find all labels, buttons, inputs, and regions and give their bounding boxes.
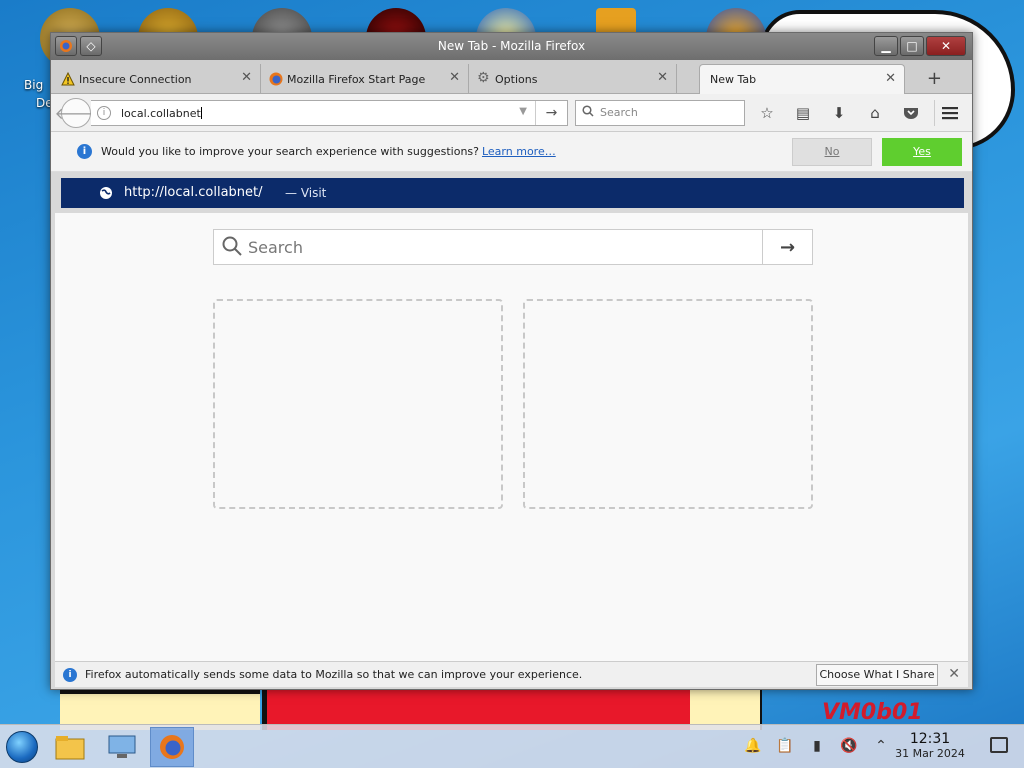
learn-more-link[interactable]: Learn more… (482, 145, 556, 158)
tray-expand-icon[interactable]: ⌃ (870, 735, 892, 757)
search-go-arrow-icon[interactable]: → (762, 230, 812, 264)
clock-date: 31 Mar 2024 (895, 747, 965, 760)
dropdown-arrow-icon[interactable]: ▼ (519, 106, 527, 117)
url-bar[interactable]: i local.collabnet ▼ → (91, 100, 568, 126)
no-button[interactable]: No (792, 138, 872, 166)
bookmarks-list-icon[interactable]: ▤ (792, 102, 814, 124)
search-input[interactable]: Search (575, 100, 745, 126)
suggestion-action: — Visit (285, 186, 327, 200)
firefox-menu-icon[interactable] (55, 36, 77, 56)
window-title: New Tab - Mozilla Firefox (437, 39, 586, 53)
tab-label: Mozilla Firefox Start Page (287, 72, 426, 86)
home-icon[interactable]: ⌂ (864, 102, 886, 124)
info-icon: i (77, 144, 92, 159)
volume-muted-icon[interactable]: 🔇 (838, 735, 860, 757)
downloads-icon[interactable]: ⬇ (828, 102, 850, 124)
suggestion-url: http://local.collabnet/ (124, 185, 263, 200)
notification-text: Would you like to improve your search ex… (101, 145, 556, 158)
empty-top-site-tile[interactable] (523, 299, 813, 509)
desktop-icon-label: Big (24, 78, 44, 92)
notifications-bell-icon[interactable]: 🔔 (742, 735, 764, 757)
close-tab-icon[interactable]: ✕ (657, 70, 668, 85)
minimize-button[interactable]: ▁ (874, 36, 898, 56)
battery-icon[interactable]: ▮ (806, 735, 828, 757)
newtab-search-input[interactable]: Search → (213, 229, 813, 265)
tab-label: New Tab (710, 73, 757, 86)
tab-label: Insecure Connection (79, 72, 192, 86)
close-window-button[interactable]: ✕ (926, 36, 966, 56)
close-notification-icon[interactable]: ✕ (948, 666, 960, 682)
new-tab-page: Search → (55, 213, 968, 661)
go-arrow-icon[interactable]: → (535, 101, 567, 125)
search-suggestions-notification: i Would you like to improve your search … (51, 132, 972, 172)
yes-button[interactable]: Yes (882, 138, 962, 166)
info-icon[interactable]: i (97, 106, 111, 120)
firefox-window: ◇ New Tab - Mozilla Firefox ▁ □ ✕ Insecu… (50, 32, 973, 690)
taskbar: 🔔 📋 ▮ 🔇 ⌃ 12:31 31 Mar 2024 (0, 724, 1024, 768)
maximize-button[interactable]: □ (900, 36, 924, 56)
wallpaper-text: VM0b01 (822, 700, 923, 725)
choose-what-i-share-button[interactable]: Choose What I Share (816, 664, 938, 686)
close-tab-icon[interactable]: ✕ (449, 70, 460, 85)
tab-insecure-connection[interactable]: Insecure Connection ✕ (55, 64, 261, 94)
hamburger-menu-icon[interactable] (934, 100, 964, 126)
search-placeholder: Search (600, 106, 638, 119)
tab-firefox-start-page[interactable]: Mozilla Firefox Start Page ✕ (263, 64, 469, 94)
globe-icon (99, 186, 113, 200)
gear-icon: ⚙ (477, 70, 490, 86)
pocket-icon[interactable] (900, 102, 922, 124)
tab-options[interactable]: ⚙ Options ✕ (471, 64, 677, 94)
title-bar[interactable]: ◇ New Tab - Mozilla Firefox ▁ □ ✕ (51, 33, 972, 60)
data-reporting-text: Firefox automatically sends some data to… (85, 668, 583, 681)
nav-bar: 🡐 i local.collabnet ▼ → Search ☆ ▤ ⬇ ⌂ (51, 94, 972, 132)
show-desktop-icon[interactable] (990, 737, 1008, 753)
tab-label: Options (495, 72, 538, 86)
new-tab-plus-icon[interactable]: + (927, 68, 942, 89)
info-icon: i (63, 668, 77, 682)
tab-new-tab[interactable]: New Tab ✕ (699, 64, 905, 94)
empty-top-site-tile[interactable] (213, 299, 503, 509)
clock-time: 12:31 (909, 731, 951, 747)
start-menu-icon[interactable] (6, 731, 38, 763)
url-input[interactable]: local.collabnet (121, 107, 201, 120)
clipboard-icon[interactable]: 📋 (774, 735, 796, 757)
firefox-icon (269, 72, 283, 86)
keep-above-icon[interactable]: ◇ (80, 36, 102, 56)
url-suggestion-row[interactable]: http://local.collabnet/ — Visit (61, 178, 964, 208)
close-tab-icon[interactable]: ✕ (885, 71, 896, 86)
firefox-taskbar-icon[interactable] (150, 727, 194, 767)
data-reporting-notification: i Firefox automatically sends some data … (55, 661, 968, 687)
close-tab-icon[interactable]: ✕ (241, 70, 252, 85)
file-manager-icon[interactable] (48, 727, 92, 767)
search-icon (582, 102, 594, 126)
clock[interactable]: 12:31 31 Mar 2024 (890, 731, 970, 760)
system-monitor-icon[interactable] (100, 727, 144, 767)
back-arrow-icon[interactable]: 🡐 (55, 98, 97, 128)
newtab-search-placeholder: Search (248, 238, 303, 257)
tab-strip: Insecure Connection ✕ Mozilla Firefox St… (51, 60, 972, 94)
warning-icon (61, 71, 75, 86)
search-icon (222, 236, 242, 256)
bookmark-star-icon[interactable]: ☆ (756, 102, 778, 124)
